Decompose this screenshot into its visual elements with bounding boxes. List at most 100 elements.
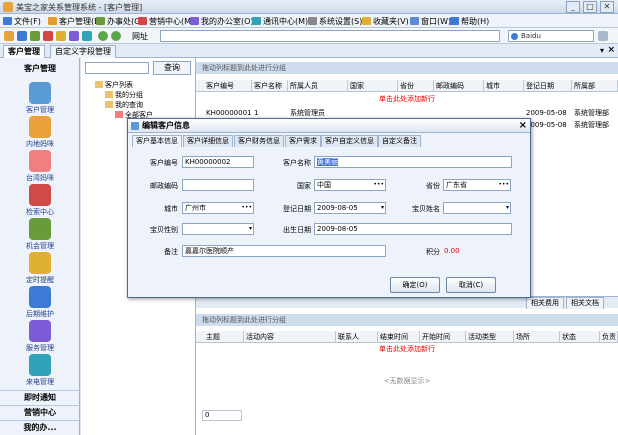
birth-date-field[interactable]: 2009-08-05 <box>314 223 512 235</box>
customer-no-field[interactable]: KH00000002 <box>182 156 254 168</box>
home-icon[interactable] <box>56 31 66 41</box>
nav-footer-marketing[interactable]: 营销中心 <box>0 405 80 419</box>
nav-item-search-center[interactable]: 检索中心 <box>0 184 80 217</box>
menu-office[interactable]: 办事处(G) <box>96 16 143 27</box>
search-input[interactable]: Baidu <box>508 30 594 42</box>
menu-customer[interactable]: 客户管理(B) <box>48 16 103 27</box>
menu-window[interactable]: 窗口(W) <box>410 16 451 27</box>
dialog-icon <box>131 122 139 130</box>
col-header[interactable]: 状态 <box>560 331 600 343</box>
key-icon[interactable] <box>4 31 14 41</box>
baby-gender-field[interactable]: ▾ <box>182 223 254 235</box>
tree-node-queries[interactable]: 我的查询 <box>105 100 143 110</box>
province-field[interactable]: 广东省 ••• <box>443 179 511 191</box>
city-label: 城市 <box>164 205 178 213</box>
nav-item-service[interactable]: 服务管理 <box>0 320 80 353</box>
close-window-button[interactable]: ✕ <box>600 1 614 13</box>
col-header[interactable]: 国家 <box>348 80 398 92</box>
col-header[interactable]: 主题 <box>204 331 244 343</box>
ellipsis-icon[interactable]: ••• <box>373 180 384 190</box>
cancel-button[interactable]: 取消(C) <box>446 277 496 293</box>
ellipsis-icon[interactable]: ••• <box>241 203 252 213</box>
file-icon <box>3 17 12 25</box>
add-row-top[interactable]: 单击此处添加新行 <box>196 94 618 105</box>
col-header[interactable]: 开始时间 <box>420 331 466 343</box>
tree-root[interactable]: 客户列表 <box>95 80 133 90</box>
dtab-needs[interactable]: 客户需求 <box>285 135 321 147</box>
col-header[interactable]: 登记日期 <box>524 80 572 92</box>
marketing-icon <box>138 17 147 25</box>
city-field[interactable]: 广州市 ••• <box>182 202 254 214</box>
col-header[interactable]: 活动类型 <box>466 331 514 343</box>
menu-favorites[interactable]: 收藏夹(V) <box>362 16 409 27</box>
chevron-down-icon[interactable]: ▾ <box>381 203 384 213</box>
col-header[interactable]: 客户编号 <box>204 80 252 92</box>
nav-item-mainland-mom[interactable]: 内地妈咪 <box>0 116 80 149</box>
baby-name-field[interactable]: ▾ <box>443 202 511 214</box>
nav-item-taiwan-mom[interactable]: 台湾妈咪 <box>0 150 80 183</box>
dialog-close-icon[interactable]: × <box>519 120 527 131</box>
tab-customer-management[interactable]: 客户管理 <box>3 45 45 58</box>
col-header[interactable]: 邮政编码 <box>434 80 484 92</box>
col-header[interactable]: 联系人 <box>336 331 378 343</box>
dtab-basic[interactable]: 客户基本信息 <box>132 135 182 147</box>
tab-dropdown-icon[interactable]: ▾ <box>600 46 604 55</box>
tab-related-fees[interactable]: 相关费用 <box>526 297 564 309</box>
col-header[interactable]: 所属部 <box>572 80 618 92</box>
nav-item-reminder[interactable]: 定时提醒 <box>0 252 80 285</box>
menu-comm[interactable]: 通讯中心(M) <box>252 16 308 27</box>
dtab-detail[interactable]: 客户详细信息 <box>183 135 233 147</box>
url-input[interactable] <box>160 30 500 42</box>
user-icon[interactable] <box>17 31 27 41</box>
reg-date-field[interactable]: 2009-08-05 ▾ <box>314 202 386 214</box>
menu-my-office[interactable]: 我的办公室(O) <box>190 16 254 27</box>
customer-name-field[interactable]: 黄美丽 <box>314 156 512 168</box>
country-field[interactable]: 中国 ••• <box>314 179 386 191</box>
zip-field[interactable] <box>182 179 254 191</box>
minimize-button[interactable]: _ <box>566 1 580 13</box>
ok-button[interactable]: 确定(O) <box>390 277 440 293</box>
nav-item-opportunity[interactable]: 机会管理 <box>0 218 80 251</box>
col-header[interactable]: 负责 <box>600 331 618 343</box>
maximize-button[interactable]: □ <box>583 1 597 13</box>
print-icon[interactable] <box>69 31 79 41</box>
tab-close-icon[interactable]: × <box>607 45 615 55</box>
nav-footer-notify[interactable]: 即时通知 <box>0 390 80 404</box>
mail-icon[interactable] <box>82 31 92 41</box>
tree-search-input[interactable] <box>85 62 149 74</box>
refresh-icon[interactable] <box>30 31 40 41</box>
tree-node-groups[interactable]: 我的分组 <box>105 90 143 100</box>
dtab-custom-info[interactable]: 客户自定义信息 <box>321 135 378 147</box>
search-go-icon[interactable] <box>598 31 608 41</box>
col-header[interactable]: 客户名称 <box>252 80 288 92</box>
add-row-bottom[interactable]: 单击此处添加新行 <box>196 344 618 355</box>
dtab-custom-note[interactable]: 自定义备注 <box>378 135 421 147</box>
window-title: 美宝之家关系管理系统 - [客户管理] <box>16 3 143 12</box>
col-header[interactable]: 所属人员 <box>288 80 348 92</box>
tab-custom-fields[interactable]: 自定义字段管理 <box>50 45 116 58</box>
nav-item-calls[interactable]: 来电管理 <box>0 354 80 387</box>
dtab-finance[interactable]: 客户财务信息 <box>234 135 284 147</box>
nav-item-maintenance[interactable]: 后期维护 <box>0 286 80 319</box>
chevron-down-icon[interactable]: ▾ <box>506 203 509 213</box>
col-header[interactable]: 结束时间 <box>378 331 420 343</box>
menu-settings[interactable]: 系统设置(S) <box>308 16 362 27</box>
chevron-down-icon[interactable]: ▾ <box>249 224 252 234</box>
back-arrow-icon[interactable] <box>98 31 108 41</box>
col-header[interactable]: 场所 <box>514 331 560 343</box>
menu-marketing[interactable]: 营销中心(M) <box>138 16 194 27</box>
col-header[interactable]: 省份 <box>398 80 434 92</box>
menu-bar: 文件(F) 客户管理(B) 办事处(G) 营销中心(M) 我的办公室(O) 通讯… <box>0 14 618 28</box>
query-button[interactable]: 查询 <box>153 61 191 75</box>
tab-related-docs[interactable]: 相关文档 <box>566 297 604 309</box>
menu-help[interactable]: 帮助(H) <box>450 16 489 27</box>
nav-footer-my-office[interactable]: 我的办... <box>0 420 80 434</box>
forward-arrow-icon[interactable] <box>111 31 121 41</box>
col-header[interactable]: 活动内容 <box>244 331 336 343</box>
note-field[interactable]: 嘉嘉尔医院顺产 <box>182 245 386 257</box>
nav-item-customer[interactable]: 客户管理 <box>0 82 80 115</box>
menu-file[interactable]: 文件(F) <box>3 16 41 27</box>
stop-icon[interactable] <box>43 31 53 41</box>
col-header[interactable]: 城市 <box>484 80 524 92</box>
ellipsis-icon[interactable]: ••• <box>498 180 509 190</box>
